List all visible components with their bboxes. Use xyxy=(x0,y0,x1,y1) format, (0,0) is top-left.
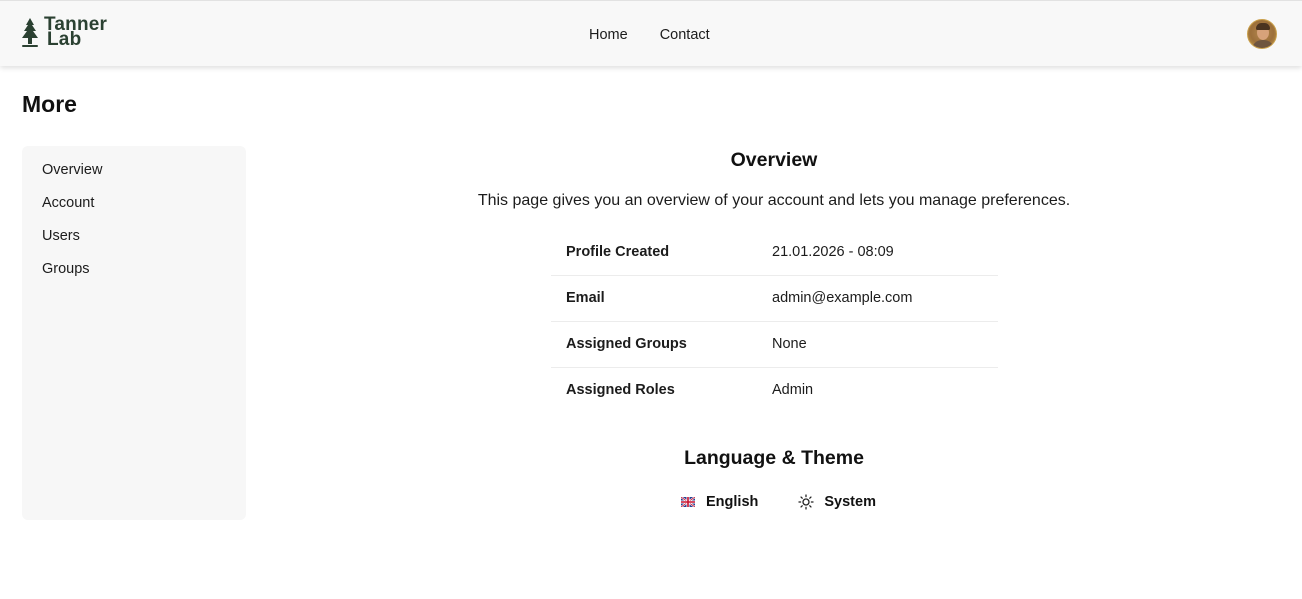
table-row: Assigned Groups None xyxy=(551,321,998,367)
sidebar-item-users[interactable]: Users xyxy=(22,226,246,259)
table-row: Profile Created 21.01.2026 - 08:09 xyxy=(551,229,998,275)
avatar-shirt xyxy=(1252,40,1274,48)
overview-heading: Overview xyxy=(730,149,818,171)
row-value: Admin xyxy=(772,382,814,399)
sidebar: Overview Account Users Groups xyxy=(22,146,246,520)
sidebar-item-account[interactable]: Account xyxy=(22,193,246,226)
nav-home-link[interactable]: Home xyxy=(589,25,628,45)
uk-flag-icon xyxy=(680,494,696,510)
sun-icon xyxy=(798,494,815,510)
row-key: Assigned Roles xyxy=(566,382,675,399)
pine-tree-icon xyxy=(22,18,38,47)
row-value: None xyxy=(772,336,807,352)
user-avatar[interactable] xyxy=(1247,19,1277,49)
preferences-controls: English System xyxy=(680,494,876,510)
sidebar-item-overview[interactable]: Overview xyxy=(22,160,246,193)
brand-logo[interactable]: Tanner Lab xyxy=(19,15,107,49)
row-value: admin@example.com xyxy=(772,290,913,306)
row-key: Assigned Groups xyxy=(566,336,687,352)
row-value: 21.01.2026 - 08:09 xyxy=(772,243,894,260)
top-navbar: Tanner Lab Home Contact xyxy=(0,0,1302,66)
theme-label: System xyxy=(824,494,876,510)
avatar-hair xyxy=(1256,23,1270,30)
table-row: Email admin@example.com xyxy=(551,275,998,321)
account-info-table: Profile Created 21.01.2026 - 08:09 Email… xyxy=(551,229,998,413)
overview-description: This page gives you an overview of your … xyxy=(477,192,1071,209)
page-title: More xyxy=(22,91,77,117)
language-selector[interactable]: English xyxy=(680,494,758,510)
theme-selector[interactable]: System xyxy=(798,494,876,510)
main-nav: Home Contact xyxy=(589,25,710,45)
sidebar-item-groups[interactable]: Groups xyxy=(22,259,246,292)
table-row: Assigned Roles Admin xyxy=(551,367,998,413)
row-key: Profile Created xyxy=(566,243,670,260)
nav-contact-link[interactable]: Contact xyxy=(660,25,710,45)
brand-name: Tanner Lab xyxy=(44,15,107,49)
language-label: English xyxy=(706,494,759,510)
row-key: Email xyxy=(566,290,605,306)
language-theme-heading: Language & Theme xyxy=(684,447,864,469)
